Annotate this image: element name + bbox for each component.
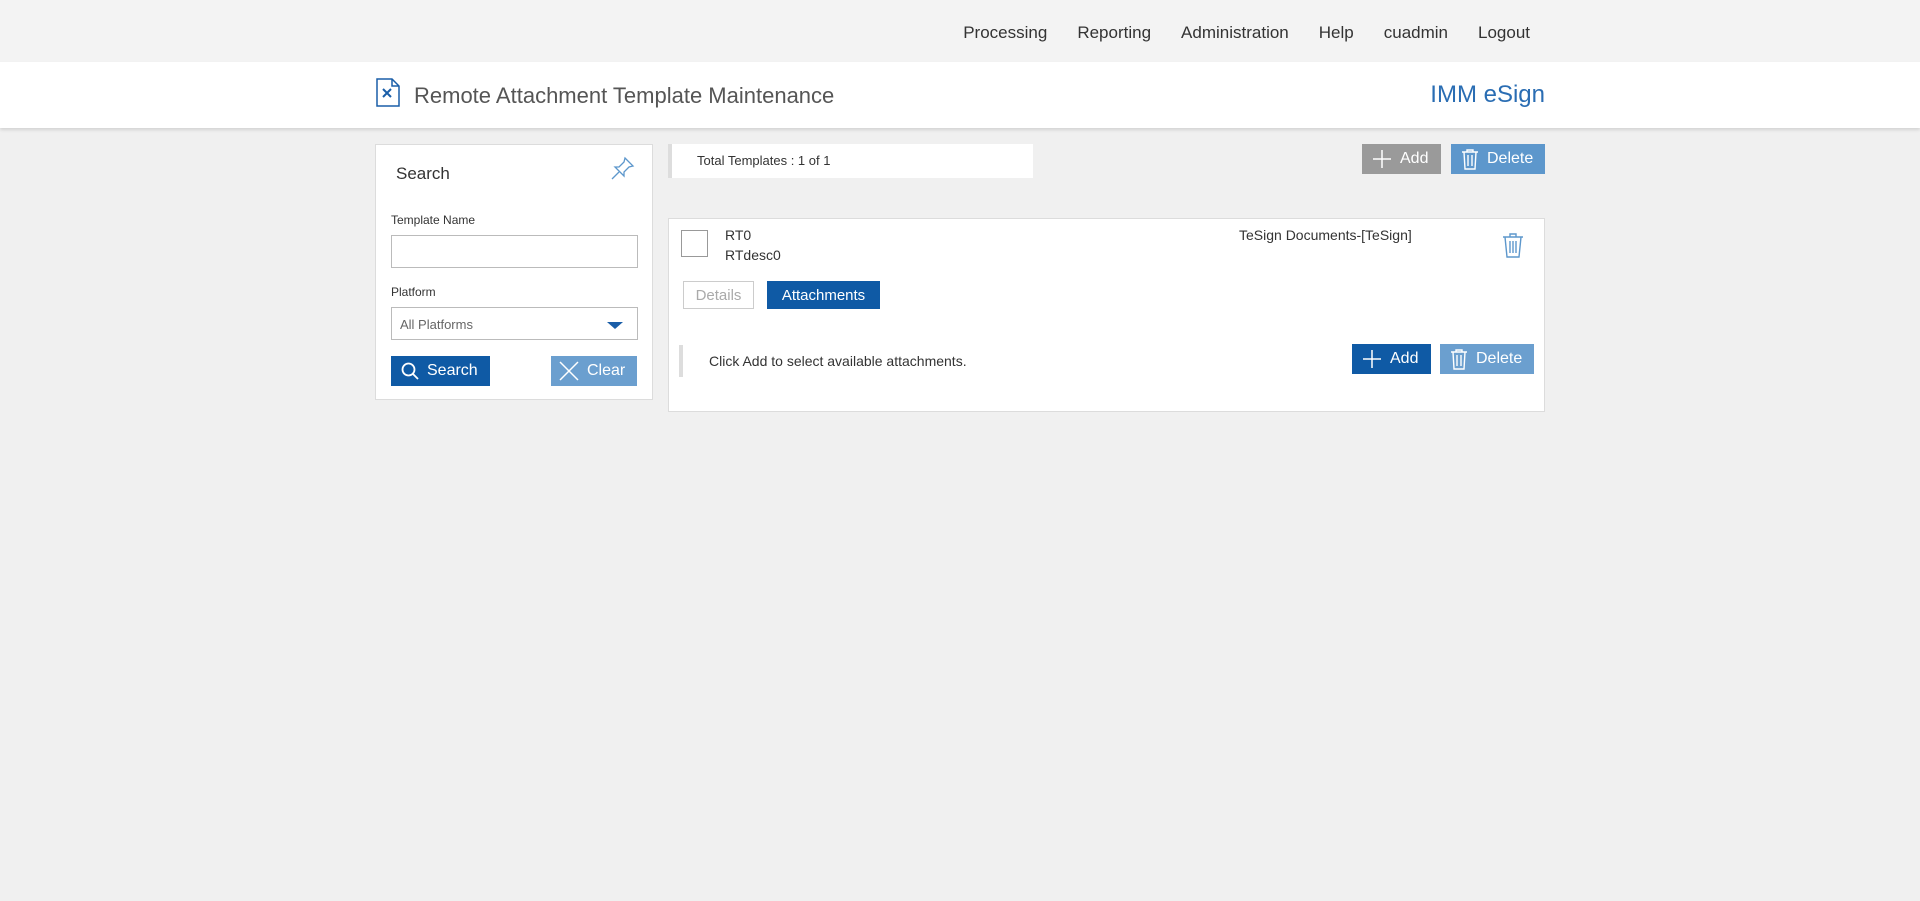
add-attachment-button[interactable]: Add [1352,344,1431,374]
top-bar: Processing Reporting Administration Help… [0,0,1920,62]
delete-attachment-label: Delete [1476,350,1523,367]
nav-user[interactable]: cuadmin [1384,23,1448,43]
trash-icon [1462,149,1478,170]
platform-select-value: All Platforms [400,317,473,332]
add-template-button[interactable]: Add [1362,144,1441,174]
pin-icon[interactable] [610,155,636,181]
document-x-icon [376,78,400,107]
search-button-label: Search [427,362,478,379]
plus-icon [1373,150,1391,168]
template-name: RT0 [725,227,752,243]
template-description: RTdesc0 [725,247,781,263]
search-icon [401,362,419,380]
tab-details[interactable]: Details [683,281,754,309]
nav-reporting[interactable]: Reporting [1077,23,1151,43]
top-nav: Processing Reporting Administration Help… [933,0,1530,66]
template-name-input[interactable] [391,235,638,268]
template-checkbox[interactable] [681,230,708,257]
template-card: RT0 RTdesc0 TeSign Documents-[TeSign] De… [668,218,1545,412]
search-panel-title: Search [396,164,450,183]
page-title: Remote Attachment Template Maintenance [414,83,835,108]
platform-label: Platform [391,285,436,299]
close-icon [559,361,579,381]
total-templates-text: Total Templates : 1 of 1 [697,153,831,168]
add-attachment-label: Add [1390,350,1419,367]
template-platform: TeSign Documents-[TeSign] [1239,227,1412,243]
search-panel: Search Template Name Platform All Platfo… [375,144,653,400]
search-button[interactable]: Search [391,356,490,386]
chevron-down-icon [607,322,623,329]
message-accent-bar [679,345,683,377]
nav-processing[interactable]: Processing [963,23,1047,43]
nav-administration[interactable]: Administration [1181,23,1289,43]
nav-logout[interactable]: Logout [1478,23,1530,43]
delete-attachment-button[interactable]: Delete [1440,344,1534,374]
plus-icon [1363,350,1381,368]
brand-name: IMM eSign [1430,81,1545,108]
results-summary: Total Templates : 1 of 1 [668,144,1033,178]
trash-icon [1451,349,1467,370]
attachments-empty-message: Click Add to select available attachment… [709,353,967,369]
template-name-label: Template Name [391,213,476,227]
tab-attachments[interactable]: Attachments [767,281,880,309]
add-template-label: Add [1400,150,1429,167]
page-header: Remote Attachment Template Maintenance I… [0,62,1920,128]
nav-help[interactable]: Help [1319,23,1354,43]
clear-button[interactable]: Clear [551,356,637,386]
trash-icon[interactable] [1502,232,1524,258]
platform-select[interactable]: All Platforms [391,307,638,340]
clear-button-label: Clear [587,362,626,379]
delete-template-button[interactable]: Delete [1451,144,1545,174]
delete-template-label: Delete [1487,150,1534,167]
